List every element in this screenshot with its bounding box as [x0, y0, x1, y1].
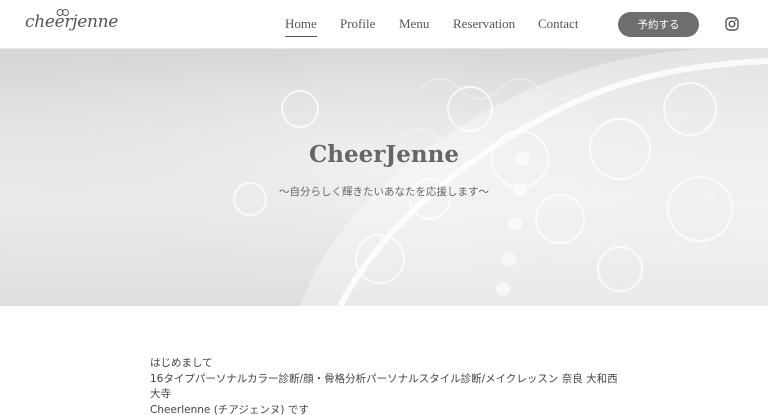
intro-line: はじめまして — [150, 357, 213, 369]
site-logo[interactable]: cheerjenne — [25, 9, 119, 38]
logo-text: cheerjenne — [25, 12, 119, 32]
intro-line: 16タイプパーソナルカラー診断/顔・骨格分析パーソナルスタイル診断/メイクレッス… — [150, 372, 618, 401]
reserve-button[interactable]: 予約する — [618, 12, 699, 37]
instagram-icon[interactable] — [725, 17, 739, 31]
intro-section: はじめまして 16タイプパーソナルカラー診断/顔・骨格分析パーソナルスタイル診断… — [150, 356, 620, 415]
nav-profile[interactable]: Profile — [340, 16, 375, 32]
lace-background-image — [0, 49, 768, 306]
nav-reservation[interactable]: Reservation — [453, 16, 515, 32]
nav-contact[interactable]: Contact — [538, 16, 578, 32]
nav-menu[interactable]: Menu — [399, 16, 429, 32]
site-header: cheerjenne Home Profile Menu Reservation… — [0, 0, 768, 49]
hero-banner: CheerJenne 〜自分らしく輝きたいあなたを応援します〜 — [0, 49, 768, 306]
hero-title: CheerJenne — [308, 141, 459, 168]
intro-line: Cheerlenne (チアジェンヌ) です — [150, 403, 309, 415]
nav-home[interactable]: Home — [285, 16, 317, 37]
hero-subtitle: 〜自分らしく輝きたいあなたを応援します〜 — [279, 186, 489, 198]
logo-hearts-icon — [56, 9, 69, 16]
